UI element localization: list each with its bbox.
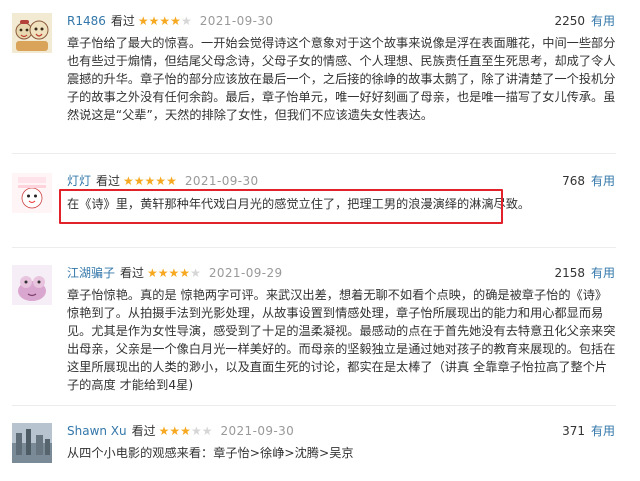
vote-area: 768 有用: [562, 173, 615, 189]
review-meta: 灯灯 看过 ★★★★★ 2021-09-30: [67, 173, 259, 189]
author-name[interactable]: 灯灯: [67, 174, 91, 188]
author-name[interactable]: Shawn Xu: [67, 424, 127, 438]
review-content: 章子怡给了最大的惊喜。一开始会觉得诗这个意象对于这个故事来说像是浮在表面雕花，中…: [67, 36, 616, 122]
vote-count: 2250: [554, 14, 585, 28]
rating-stars: ★★★★★: [137, 14, 192, 28]
divider: [12, 153, 616, 154]
avatar[interactable]: [12, 265, 52, 305]
review-meta: R1486 看过 ★★★★★ 2021-09-30: [67, 13, 273, 29]
watched-label: 看过: [110, 14, 135, 28]
rating-stars: ★★★★★: [147, 266, 201, 280]
highlight-box: [59, 189, 503, 224]
review-meta: Shawn Xu 看过 ★★★★★ 2021-09-30: [67, 423, 294, 439]
author-name[interactable]: 江湖骗子: [67, 266, 115, 280]
review-date: 2021-09-30: [199, 14, 274, 28]
review-item: Shawn Xu 看过 ★★★★★ 2021-09-30 371 有用 从四个小电影的观…: [0, 423, 640, 478]
useful-button[interactable]: 有用: [591, 174, 615, 188]
avatar-image: [12, 173, 52, 213]
avatar[interactable]: [12, 423, 52, 463]
vote-count: 2158: [554, 266, 585, 280]
review-content: 章子怡惊艳。真的是 惊艳两字可评。来武汉出差，想着无聊不如看个点映，的确是被章子…: [67, 288, 616, 392]
rating-stars: ★★★★★: [158, 424, 213, 438]
useful-button[interactable]: 有用: [591, 14, 615, 28]
review-meta: 江湖骗子 看过 ★★★★★ 2021-09-29: [67, 265, 283, 281]
useful-button[interactable]: 有用: [591, 424, 615, 438]
review-date: 2021-09-30: [184, 174, 259, 188]
vote-area: 2250 有用: [554, 13, 615, 29]
vote-count: 371: [562, 424, 585, 438]
review-item: 江湖骗子 看过 ★★★★★ 2021-09-29 2158 有用 章子怡惊艳。真的是 惊…: [0, 265, 640, 415]
vote-area: 371 有用: [562, 423, 615, 439]
divider: [12, 247, 616, 248]
divider: [12, 405, 616, 406]
avatar-image: [12, 13, 52, 53]
avatar[interactable]: [12, 13, 52, 53]
vote-area: 2158 有用: [554, 265, 615, 281]
vote-count: 768: [562, 174, 585, 188]
avatar[interactable]: [12, 173, 52, 213]
avatar-image: [12, 265, 52, 305]
review-date: 2021-09-29: [208, 266, 283, 280]
avatar-image: [12, 423, 52, 463]
watched-label: 看过: [131, 424, 156, 438]
useful-button[interactable]: 有用: [591, 266, 615, 280]
review-item: R1486 看过 ★★★★★ 2021-09-30 2250 有用 章子怡给了最大的惊喜…: [0, 13, 640, 163]
watched-label: 看过: [96, 174, 121, 188]
review-content: 从四个小电影的观感来看：章子怡>徐峥>沈腾>吴京: [67, 446, 354, 460]
rating-stars: ★★★★★: [123, 174, 177, 188]
author-name[interactable]: R1486: [67, 14, 106, 28]
watched-label: 看过: [120, 266, 145, 280]
review-date: 2021-09-30: [220, 424, 295, 438]
